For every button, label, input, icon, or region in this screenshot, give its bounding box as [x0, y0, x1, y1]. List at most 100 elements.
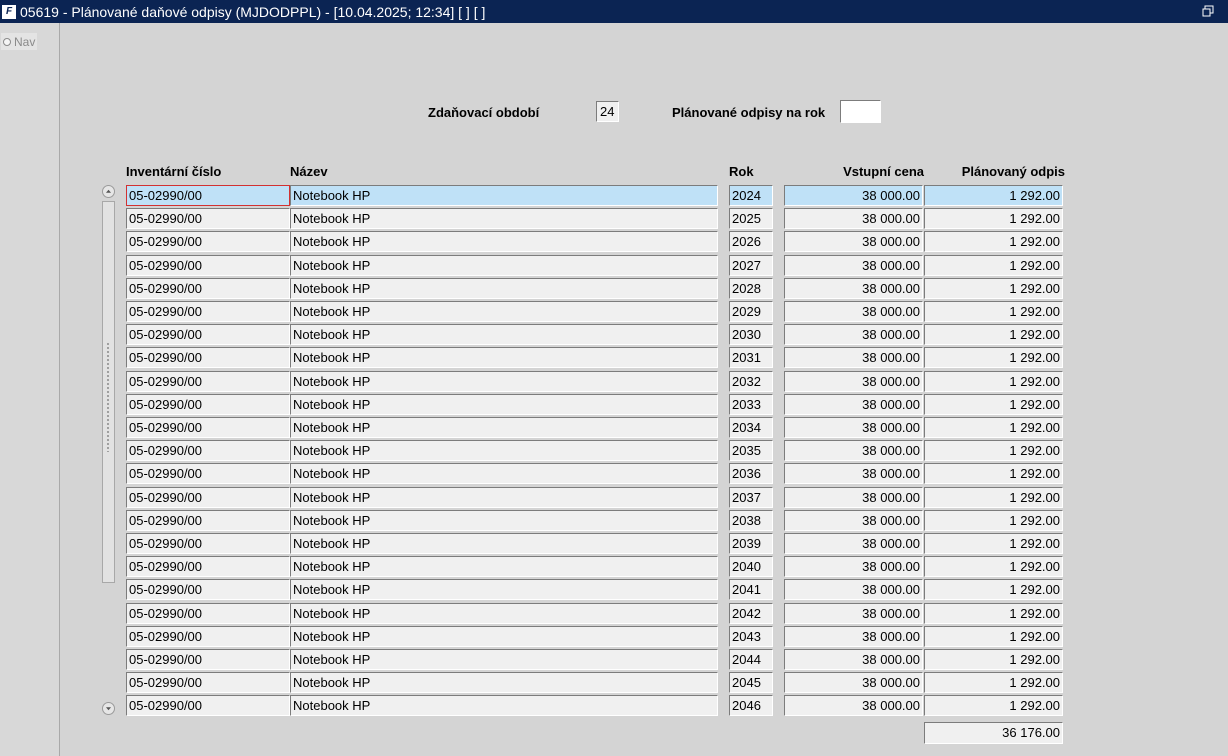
cell-planned[interactable]: 1 292.00 [924, 347, 1063, 368]
cell-name[interactable]: Notebook HP [290, 440, 718, 461]
cell-inventory[interactable]: 05-02990/00 [126, 394, 290, 415]
cell-year[interactable]: 2033 [729, 394, 773, 415]
cell-year[interactable]: 2026 [729, 231, 773, 252]
cell-input-price[interactable]: 38 000.00 [784, 487, 923, 508]
cell-name[interactable]: Notebook HP [290, 255, 718, 276]
cell-name[interactable]: Notebook HP [290, 556, 718, 577]
cell-planned[interactable]: 1 292.00 [924, 371, 1063, 392]
cell-name[interactable]: Notebook HP [290, 185, 718, 206]
cell-inventory[interactable]: 05-02990/00 [126, 371, 290, 392]
scroll-up-icon[interactable] [102, 185, 115, 198]
cell-planned[interactable]: 1 292.00 [924, 324, 1063, 345]
cell-planned[interactable]: 1 292.00 [924, 487, 1063, 508]
scroll-track[interactable] [102, 201, 115, 583]
cell-year[interactable]: 2027 [729, 255, 773, 276]
cell-name[interactable]: Notebook HP [290, 603, 718, 624]
cell-input-price[interactable]: 38 000.00 [784, 695, 923, 716]
cell-input-price[interactable]: 38 000.00 [784, 649, 923, 670]
cell-year[interactable]: 2045 [729, 672, 773, 693]
scroll-down-icon[interactable] [102, 702, 115, 715]
cell-name[interactable]: Notebook HP [290, 672, 718, 693]
cell-planned[interactable]: 1 292.00 [924, 649, 1063, 670]
cell-planned[interactable]: 1 292.00 [924, 440, 1063, 461]
cell-name[interactable]: Notebook HP [290, 487, 718, 508]
cell-planned[interactable]: 1 292.00 [924, 278, 1063, 299]
cell-name[interactable]: Notebook HP [290, 347, 718, 368]
cell-planned[interactable]: 1 292.00 [924, 533, 1063, 554]
cell-inventory[interactable]: 05-02990/00 [126, 579, 290, 600]
cell-input-price[interactable]: 38 000.00 [784, 672, 923, 693]
cell-year[interactable]: 2031 [729, 347, 773, 368]
cell-planned[interactable]: 1 292.00 [924, 185, 1063, 206]
cell-name[interactable]: Notebook HP [290, 463, 718, 484]
cell-name[interactable]: Notebook HP [290, 510, 718, 531]
cell-inventory[interactable]: 05-02990/00 [126, 440, 290, 461]
cell-planned[interactable]: 1 292.00 [924, 208, 1063, 229]
cell-inventory[interactable]: 05-02990/00 [126, 695, 290, 716]
scroll-grip[interactable] [106, 342, 111, 452]
cell-inventory[interactable]: 05-02990/00 [126, 417, 290, 438]
cell-year[interactable]: 2029 [729, 301, 773, 322]
cell-input-price[interactable]: 38 000.00 [784, 603, 923, 624]
table-scrollbar[interactable] [102, 185, 115, 717]
cell-year[interactable]: 2025 [729, 208, 773, 229]
cell-name[interactable]: Notebook HP [290, 278, 718, 299]
cell-input-price[interactable]: 38 000.00 [784, 301, 923, 322]
cell-year[interactable]: 2039 [729, 533, 773, 554]
cell-input-price[interactable]: 38 000.00 [784, 371, 923, 392]
cell-input-price[interactable]: 38 000.00 [784, 278, 923, 299]
cell-planned[interactable]: 1 292.00 [924, 695, 1063, 716]
cell-planned[interactable]: 1 292.00 [924, 255, 1063, 276]
cell-inventory[interactable]: 05-02990/00 [126, 231, 290, 252]
cell-inventory[interactable]: 05-02990/00 [126, 463, 290, 484]
cell-inventory[interactable]: 05-02990/00 [126, 301, 290, 322]
cell-input-price[interactable]: 38 000.00 [784, 463, 923, 484]
cell-input-price[interactable]: 38 000.00 [784, 533, 923, 554]
cell-year[interactable]: 2041 [729, 579, 773, 600]
cell-name[interactable]: Notebook HP [290, 649, 718, 670]
cell-name[interactable]: Notebook HP [290, 231, 718, 252]
cell-year[interactable]: 2032 [729, 371, 773, 392]
cell-year[interactable]: 2024 [729, 185, 773, 206]
cell-inventory[interactable]: 05-02990/00 [126, 347, 290, 368]
cell-year[interactable]: 2036 [729, 463, 773, 484]
cell-inventory[interactable]: 05-02990/00 [126, 208, 290, 229]
cell-input-price[interactable]: 38 000.00 [784, 231, 923, 252]
restore-window-icon[interactable] [1202, 5, 1214, 17]
cell-inventory[interactable]: 05-02990/00 [126, 672, 290, 693]
cell-name[interactable]: Notebook HP [290, 533, 718, 554]
nav-tab[interactable]: Nav [1, 33, 37, 50]
cell-year[interactable]: 2040 [729, 556, 773, 577]
cell-planned[interactable]: 1 292.00 [924, 510, 1063, 531]
cell-input-price[interactable]: 38 000.00 [784, 324, 923, 345]
cell-planned[interactable]: 1 292.00 [924, 626, 1063, 647]
cell-year[interactable]: 2034 [729, 417, 773, 438]
cell-year[interactable]: 2046 [729, 695, 773, 716]
cell-name[interactable]: Notebook HP [290, 324, 718, 345]
cell-planned[interactable]: 1 292.00 [924, 417, 1063, 438]
cell-input-price[interactable]: 38 000.00 [784, 347, 923, 368]
cell-input-price[interactable]: 38 000.00 [784, 417, 923, 438]
cell-year[interactable]: 2043 [729, 626, 773, 647]
cell-planned[interactable]: 1 292.00 [924, 556, 1063, 577]
cell-inventory[interactable]: 05-02990/00 [126, 487, 290, 508]
cell-planned[interactable]: 1 292.00 [924, 394, 1063, 415]
cell-input-price[interactable]: 38 000.00 [784, 255, 923, 276]
cell-inventory[interactable]: 05-02990/00 [126, 649, 290, 670]
cell-name[interactable]: Notebook HP [290, 371, 718, 392]
cell-year[interactable]: 2035 [729, 440, 773, 461]
cell-input-price[interactable]: 38 000.00 [784, 510, 923, 531]
cell-name[interactable]: Notebook HP [290, 695, 718, 716]
cell-input-price[interactable]: 38 000.00 [784, 208, 923, 229]
cell-input-price[interactable]: 38 000.00 [784, 626, 923, 647]
cell-year[interactable]: 2037 [729, 487, 773, 508]
cell-input-price[interactable]: 38 000.00 [784, 185, 923, 206]
cell-inventory[interactable]: 05-02990/00 [126, 185, 290, 206]
cell-input-price[interactable]: 38 000.00 [784, 556, 923, 577]
cell-inventory[interactable]: 05-02990/00 [126, 278, 290, 299]
cell-year[interactable]: 2038 [729, 510, 773, 531]
cell-planned[interactable]: 1 292.00 [924, 231, 1063, 252]
cell-inventory[interactable]: 05-02990/00 [126, 626, 290, 647]
cell-name[interactable]: Notebook HP [290, 579, 718, 600]
cell-name[interactable]: Notebook HP [290, 301, 718, 322]
